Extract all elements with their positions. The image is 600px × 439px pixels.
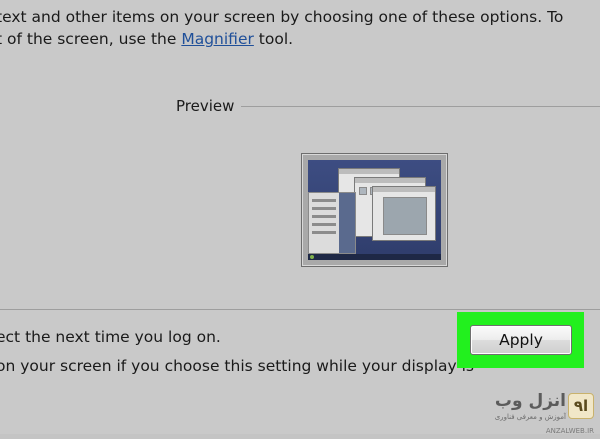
preview-monitor-image <box>301 153 448 267</box>
logon-note: ect the next time you log on. <box>0 328 221 346</box>
watermark-name: انزل وب <box>494 391 566 411</box>
preview-window-pane <box>359 187 367 195</box>
watermark-logo-icon: ا۹ <box>568 393 594 419</box>
display-note: on your screen if you choose this settin… <box>0 357 474 375</box>
preview-window-titlebar <box>373 187 435 192</box>
preview-taskbar <box>308 254 441 260</box>
watermark-subtitle: آموزش و معرفی فناوری <box>494 413 566 421</box>
preview-menu-item <box>312 207 336 210</box>
preview-screen <box>308 160 441 260</box>
preview-menu-item <box>312 215 336 218</box>
preview-start-menu-side <box>339 193 355 253</box>
intro-line-1: text and other items on your screen by c… <box>0 8 564 26</box>
intro-line-2-text: t of the screen, use the <box>0 30 182 48</box>
magnifier-link[interactable]: Magnifier <box>181 30 254 48</box>
preview-start-menu <box>308 192 356 254</box>
apply-button[interactable]: Apply <box>470 325 572 355</box>
section-divider <box>0 309 600 310</box>
preview-window-front <box>372 186 436 241</box>
preview-start-icon <box>310 255 314 259</box>
preview-window-titlebar <box>339 169 399 174</box>
preview-menu-item <box>312 223 336 226</box>
preview-divider <box>241 106 600 107</box>
preview-window-titlebar <box>355 178 425 183</box>
preview-label: Preview <box>176 97 235 115</box>
bottom-edge <box>0 434 600 439</box>
preview-menu-item <box>312 231 336 234</box>
intro-line-2: t of the screen, use the Magnifier tool. <box>0 28 293 51</box>
intro-line-2-end: tool. <box>253 30 294 48</box>
preview-menu-item <box>312 199 336 202</box>
preview-window-content <box>383 197 427 235</box>
watermark: ا۹ انزل وب آموزش و معرفی فناوری ANZALWEB… <box>495 388 600 439</box>
